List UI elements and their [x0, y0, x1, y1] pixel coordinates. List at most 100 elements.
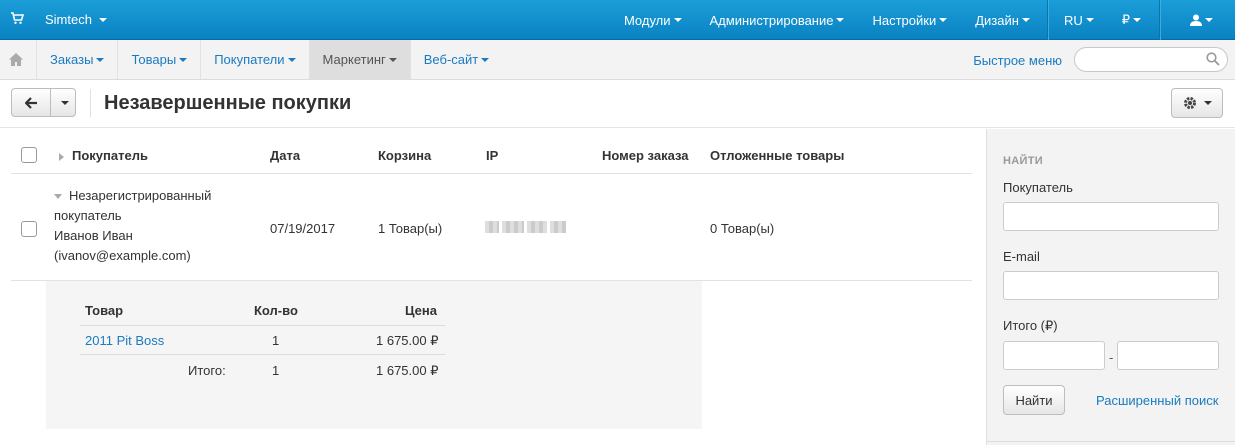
range-separator: -	[1109, 350, 1114, 365]
search-input[interactable]	[1074, 47, 1228, 72]
column-customer[interactable]: Покупатель	[59, 148, 148, 163]
column-date[interactable]: Дата	[270, 148, 300, 163]
column-ip[interactable]: IP	[486, 148, 498, 163]
back-dropdown-button[interactable]	[50, 88, 76, 117]
detail-column-qty: Кол-во	[254, 303, 298, 318]
chevron-down-icon	[179, 57, 188, 62]
cart-details-panel: Товар Кол-во Цена 2011 Pit Boss 1 1 675.…	[46, 281, 702, 429]
chevron-down-icon	[673, 18, 682, 22]
currency-label: ₽	[1121, 12, 1130, 27]
section-navbar: Заказы Товары Покупатели Маркетинг Веб-с…	[0, 40, 1235, 80]
email-label: E-mail	[1003, 249, 1040, 264]
chevron-down-icon	[1133, 18, 1141, 22]
total-label: Итого:	[188, 363, 226, 378]
chevron-down-icon	[939, 18, 948, 22]
chevron-down-icon	[1203, 101, 1212, 105]
column-cart[interactable]: Корзина	[378, 148, 431, 163]
home-icon[interactable]	[8, 52, 24, 67]
tab-website[interactable]: Веб-сайт	[409, 40, 502, 79]
table-header: Покупатель Дата Корзина IP Номер заказа …	[11, 129, 972, 174]
detail-column-price: Цена	[405, 303, 437, 318]
chevron-down-icon	[836, 18, 845, 22]
chevron-down-icon	[287, 57, 296, 62]
chevron-down-icon	[388, 57, 397, 62]
tab-label: Товары	[131, 52, 177, 67]
advanced-search-link[interactable]: Расширенный поиск	[1096, 393, 1218, 408]
divider	[80, 354, 445, 355]
customer-name: Иванов Иван	[54, 228, 133, 243]
cart-cell: 1 Товар(ы)	[378, 221, 443, 236]
customer-cell: Незарегистрированный покупатель Иванов И…	[54, 186, 234, 266]
tab-marketing[interactable]: Маркетинг	[308, 40, 410, 79]
find-button[interactable]: Найти	[1003, 385, 1065, 415]
chevron-down-icon	[1085, 18, 1094, 22]
back-button[interactable]	[11, 88, 51, 117]
language-label: RU	[1063, 12, 1083, 28]
collapse-icon[interactable]	[54, 194, 62, 200]
tab-label: Маркетинг	[322, 52, 386, 67]
customer-line: покупатель	[54, 208, 122, 223]
table-row: Незарегистрированный покупатель Иванов И…	[11, 174, 972, 281]
sidebar-title: НАЙТИ	[1003, 155, 1043, 167]
chevron-down-icon	[1021, 18, 1030, 22]
column-wishlist[interactable]: Отложенные товары	[710, 148, 844, 163]
date-cell: 07/19/2017	[270, 221, 336, 236]
chevron-down-icon	[60, 100, 69, 105]
tab-customers[interactable]: Покупатели	[200, 40, 308, 79]
product-price: 1 675.00 ₽	[376, 333, 439, 348]
tab-label: Веб-сайт	[423, 52, 479, 67]
total-price: 1 675.00 ₽	[376, 363, 439, 378]
divider	[987, 441, 1235, 442]
menu-settings[interactable]: Настройки	[858, 0, 961, 40]
store-name: Simtech	[45, 12, 92, 27]
email-field[interactable]	[1003, 271, 1219, 300]
quick-menu-link[interactable]: Быстрое меню	[973, 53, 1062, 68]
menu-administration[interactable]: Администрирование	[696, 0, 859, 40]
menu-label: Настройки	[872, 12, 937, 28]
row-checkbox[interactable]	[21, 221, 37, 237]
customer-label: Покупатель	[1003, 180, 1073, 195]
select-all-checkbox[interactable]	[21, 147, 37, 163]
menu-label: Модули	[623, 12, 671, 28]
settings-button[interactable]	[1171, 88, 1223, 118]
language-selector[interactable]: RU	[1046, 0, 1110, 40]
divider	[90, 89, 91, 117]
total-from-field[interactable]	[1003, 341, 1105, 370]
menu-label: Администрирование	[709, 12, 834, 28]
arrow-left-icon	[24, 96, 37, 109]
tab-products[interactable]: Товары	[117, 40, 200, 79]
detail-column-product: Товар	[85, 303, 124, 318]
top-menu: Модули Администрирование Настройки Дизай…	[610, 0, 1235, 40]
expand-all-icon[interactable]	[59, 152, 64, 161]
customer-email: (ivanov@example.com)	[54, 248, 191, 263]
section-tabs: Заказы Товары Покупатели Маркетинг Веб-с…	[36, 40, 502, 79]
divider	[80, 325, 445, 326]
page-header: Незавершенные покупки	[0, 80, 1235, 128]
search-sidebar: НАЙТИ Покупатель E-mail Итого (₽) - Найт…	[986, 129, 1235, 445]
menu-design[interactable]: Дизайн	[961, 0, 1047, 40]
tab-orders[interactable]: Заказы	[36, 40, 117, 79]
user-menu[interactable]	[1159, 0, 1235, 40]
total-qty: 1	[272, 363, 280, 378]
currency-selector[interactable]: ₽	[1110, 0, 1159, 40]
total-label: Итого (₽)	[1003, 318, 1058, 333]
chevron-down-icon	[1205, 18, 1213, 22]
customer-field[interactable]	[1003, 202, 1219, 231]
user-icon	[1190, 14, 1202, 26]
chevron-down-icon	[98, 17, 107, 22]
cart-icon[interactable]	[10, 11, 24, 25]
menu-modules[interactable]: Модули	[610, 0, 696, 40]
gear-icon	[1183, 97, 1196, 109]
store-selector[interactable]: Simtech	[45, 12, 107, 27]
menu-label: Дизайн	[975, 12, 1019, 28]
column-label: Покупатель	[72, 148, 148, 163]
wishlist-cell: 0 Товар(ы)	[710, 221, 775, 236]
tab-label: Заказы	[50, 52, 94, 67]
column-order-number[interactable]: Номер заказа	[602, 148, 689, 163]
total-to-field[interactable]	[1117, 341, 1219, 370]
tab-label: Покупатели	[214, 52, 285, 67]
product-link[interactable]: 2011 Pit Boss	[85, 333, 164, 348]
customer-type: Незарегистрированный	[69, 188, 212, 203]
main-content: Покупатель Дата Корзина IP Номер заказа …	[0, 129, 986, 445]
search-icon[interactable]	[1206, 52, 1220, 66]
